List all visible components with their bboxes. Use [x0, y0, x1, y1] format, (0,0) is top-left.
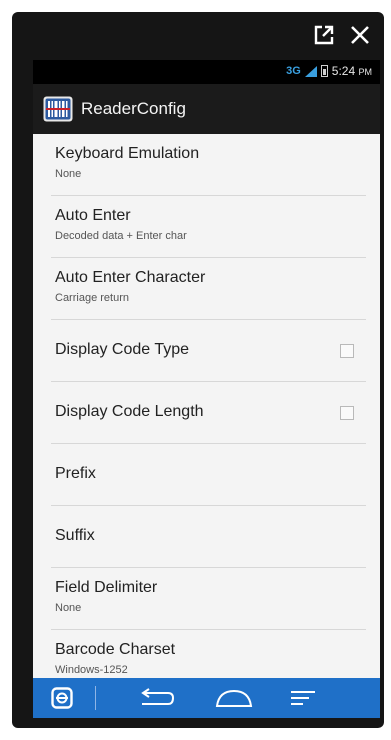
- setting-title: Display Code Length: [55, 403, 204, 420]
- status-time: 5:24 PM: [331, 64, 372, 78]
- setting-summary: Windows-1252: [55, 664, 128, 676]
- close-icon[interactable]: [348, 23, 372, 47]
- back-icon[interactable]: [131, 678, 181, 718]
- screenshot-frame: 3G 5:24 PM ReaderConfig Keyboard Emulati…: [0, 0, 391, 740]
- display-code-type-checkbox[interactable]: [340, 344, 354, 358]
- setting-auto-enter[interactable]: Auto Enter Decoded data + Enter char: [33, 196, 380, 258]
- setting-title: Prefix: [55, 465, 96, 482]
- popout-icon[interactable]: [312, 23, 336, 47]
- setting-title: Suffix: [55, 527, 95, 544]
- app-title: ReaderConfig: [81, 99, 186, 118]
- display-code-length-checkbox[interactable]: [340, 406, 354, 420]
- battery-icon: [320, 65, 328, 77]
- setting-prefix[interactable]: Prefix: [33, 444, 380, 506]
- setting-field-delimiter[interactable]: Field Delimiter None: [33, 568, 380, 630]
- window-controls: [312, 18, 372, 52]
- nav-separator: [95, 686, 96, 710]
- device-screen: 3G 5:24 PM ReaderConfig Keyboard Emulati…: [33, 60, 380, 718]
- recents-icon[interactable]: [283, 678, 323, 718]
- setting-title: Field Delimiter: [55, 579, 158, 596]
- navigation-bar: [33, 678, 380, 718]
- setting-keyboard-emulation[interactable]: Keyboard Emulation None: [33, 134, 380, 196]
- action-bar: ReaderConfig: [33, 84, 380, 134]
- settings-list[interactable]: Keyboard Emulation None Auto Enter Decod…: [33, 134, 380, 678]
- network-type: 3G: [286, 65, 301, 77]
- setting-auto-enter-character[interactable]: Auto Enter Character Carriage return: [33, 258, 380, 320]
- setting-title: Auto Enter: [55, 207, 131, 224]
- setting-title: Keyboard Emulation: [55, 145, 200, 162]
- setting-summary: None: [55, 168, 82, 180]
- scanner-app-icon[interactable]: [45, 678, 79, 718]
- setting-summary: Decoded data + Enter char: [55, 230, 187, 242]
- device-frame: 3G 5:24 PM ReaderConfig Keyboard Emulati…: [12, 12, 384, 728]
- barcode-reader-icon[interactable]: [43, 95, 73, 123]
- home-icon[interactable]: [209, 678, 259, 718]
- setting-title: Barcode Charset: [55, 641, 176, 658]
- setting-display-code-type[interactable]: Display Code Type: [33, 320, 380, 382]
- signal-icon: [304, 65, 317, 77]
- setting-summary: None: [55, 602, 82, 614]
- status-icons: 3G 5:24 PM: [286, 64, 372, 78]
- status-bar: 3G 5:24 PM: [33, 60, 380, 84]
- setting-suffix[interactable]: Suffix: [33, 506, 380, 568]
- setting-barcode-charset[interactable]: Barcode Charset Windows-1252: [33, 630, 380, 678]
- setting-display-code-length[interactable]: Display Code Length: [33, 382, 380, 444]
- setting-summary: Carriage return: [55, 292, 129, 304]
- setting-title: Display Code Type: [55, 341, 189, 358]
- setting-title: Auto Enter Character: [55, 269, 206, 286]
